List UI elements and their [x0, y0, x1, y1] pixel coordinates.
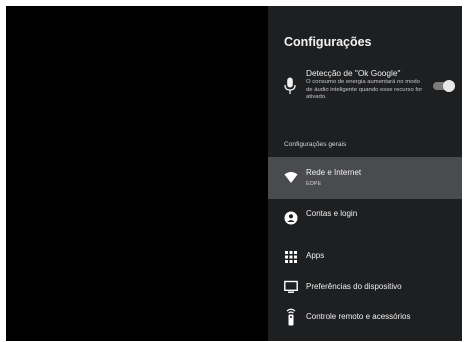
- settings-panel: Configurações Detecção de "Ok Google" O …: [268, 6, 462, 341]
- section-label-general: Configurações gerais: [284, 141, 347, 148]
- tv-icon: [284, 280, 298, 293]
- ok-google-setting[interactable]: Detecção de "Ok Google" O consumo de ene…: [268, 68, 462, 116]
- menu-item-accounts-label: Contas e login: [306, 209, 358, 218]
- menu-item-network[interactable]: Rede e Internet EDPE: [268, 157, 462, 199]
- wifi-icon: [284, 172, 298, 183]
- ok-google-description: O consumo de energia aumentará no modo d…: [306, 79, 423, 101]
- menu-item-network-label: Rede e Internet: [306, 168, 362, 177]
- microphone-icon: [284, 77, 296, 94]
- toggle-knob: [443, 80, 455, 92]
- menu-item-device-preferences-label: Preferências do dispositivo: [306, 282, 402, 291]
- account-icon: [284, 211, 298, 225]
- tv-screen: Configurações Detecção de "Ok Google" O …: [6, 6, 462, 341]
- menu-item-network-sublabel: EDPE: [306, 181, 322, 187]
- ok-google-text: Detecção de "Ok Google" O consumo de ene…: [306, 68, 426, 102]
- ok-google-title: Detecção de "Ok Google": [306, 68, 401, 78]
- remote-icon: [286, 308, 296, 326]
- apps-grid-icon: [285, 251, 297, 263]
- menu-item-apps[interactable]: Apps: [268, 242, 462, 272]
- panel-title: Configurações: [284, 35, 372, 49]
- ok-google-toggle[interactable]: [431, 80, 455, 92]
- menu-item-remote-accessories[interactable]: Controle remoto e acessórios: [268, 303, 462, 333]
- menu-item-accounts[interactable]: Contas e login: [268, 201, 462, 231]
- menu-item-remote-accessories-label: Controle remoto e acessórios: [306, 312, 411, 321]
- menu-item-apps-label: Apps: [306, 251, 325, 260]
- menu-item-device-preferences[interactable]: Preferências do dispositivo: [268, 272, 462, 302]
